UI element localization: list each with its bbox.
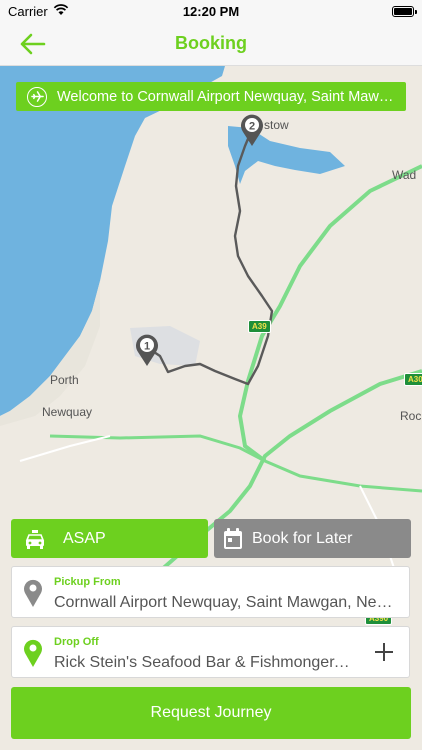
welcome-banner[interactable]: Welcome to Cornwall Airport Newquay, Sai…: [16, 82, 406, 111]
pickup-value: Cornwall Airport Newquay, Saint Mawgan, …: [54, 594, 394, 611]
road-badge-a39: A39: [248, 320, 271, 333]
map-label-padstow: stow: [264, 118, 289, 132]
add-stop-plus-icon[interactable]: [373, 641, 395, 663]
asap-button[interactable]: ASAP: [11, 519, 208, 558]
battery-icon: [392, 6, 417, 17]
dropoff-map-pin[interactable]: 2: [238, 112, 266, 148]
pickup-label: Pickup From: [54, 576, 121, 588]
dropoff-pin-number: 2: [249, 121, 255, 133]
map-label-porth: Porth: [50, 373, 79, 387]
book-for-later-button[interactable]: Book for Later: [214, 519, 411, 558]
page-title: Booking: [175, 33, 247, 53]
location-pin-icon: [24, 639, 42, 667]
dropoff-field[interactable]: Drop Off Rick Stein's Seafood Bar & Fish…: [11, 626, 410, 678]
request-journey-button[interactable]: Request Journey: [11, 687, 411, 739]
pickup-field[interactable]: Pickup From Cornwall Airport Newquay, Sa…: [11, 566, 410, 618]
map-label-newquay: Newquay: [42, 405, 93, 419]
navigation-bar: Booking: [0, 24, 422, 66]
welcome-banner-text: Welcome to Cornwall Airport Newquay, Sai…: [57, 88, 404, 105]
location-pin-icon: [24, 579, 42, 607]
request-journey-label: Request Journey: [150, 704, 272, 721]
pickup-pin-number: 1: [144, 341, 150, 353]
clock: 12:20 PM: [182, 4, 240, 19]
taxi-icon: [25, 529, 45, 549]
dropoff-label: Drop Off: [54, 636, 99, 648]
dropoff-value: Rick Stein's Seafood Bar & Fishmonger, P…: [54, 654, 354, 671]
calendar-icon: [224, 527, 242, 549]
pickup-map-pin[interactable]: 1: [133, 332, 161, 368]
map-label-roche: Roc: [400, 409, 422, 423]
map-label-wadebridge: Wad: [392, 168, 417, 182]
asap-label: ASAP: [63, 529, 106, 547]
airplane-icon: [27, 86, 47, 107]
status-bar: Carrier 12:20 PM: [0, 0, 422, 24]
book-for-later-label: Book for Later: [252, 529, 353, 547]
road-badge-a30: A30: [404, 373, 422, 386]
